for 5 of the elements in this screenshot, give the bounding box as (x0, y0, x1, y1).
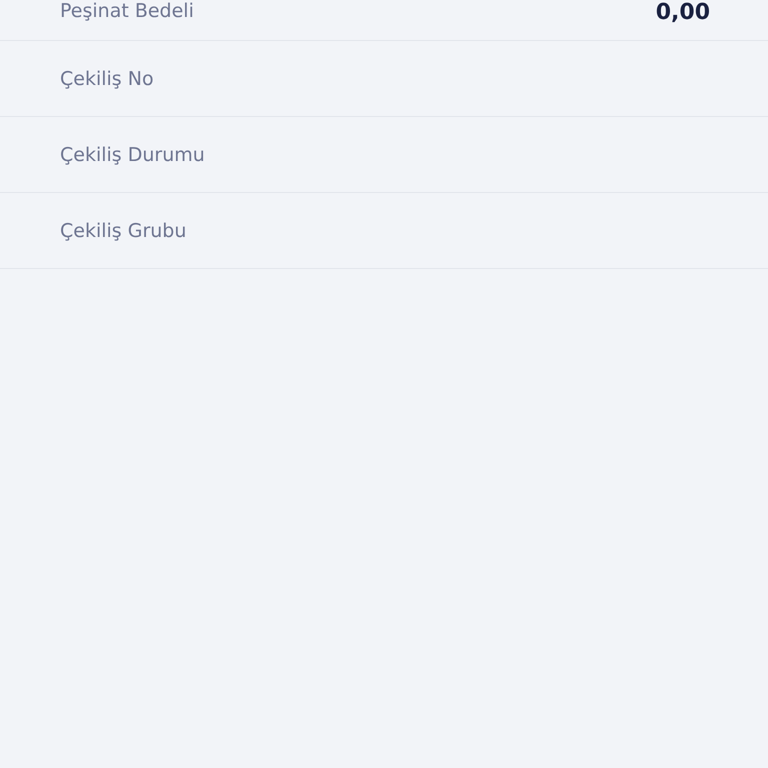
field-label: Çekiliş Durumu (60, 144, 205, 166)
field-label: Çekiliş No (60, 68, 154, 90)
field-value: 0,00 (656, 0, 710, 25)
field-label: Çekiliş Grubu (60, 220, 186, 242)
field-label: Peşinat Bedeli (60, 0, 194, 22)
